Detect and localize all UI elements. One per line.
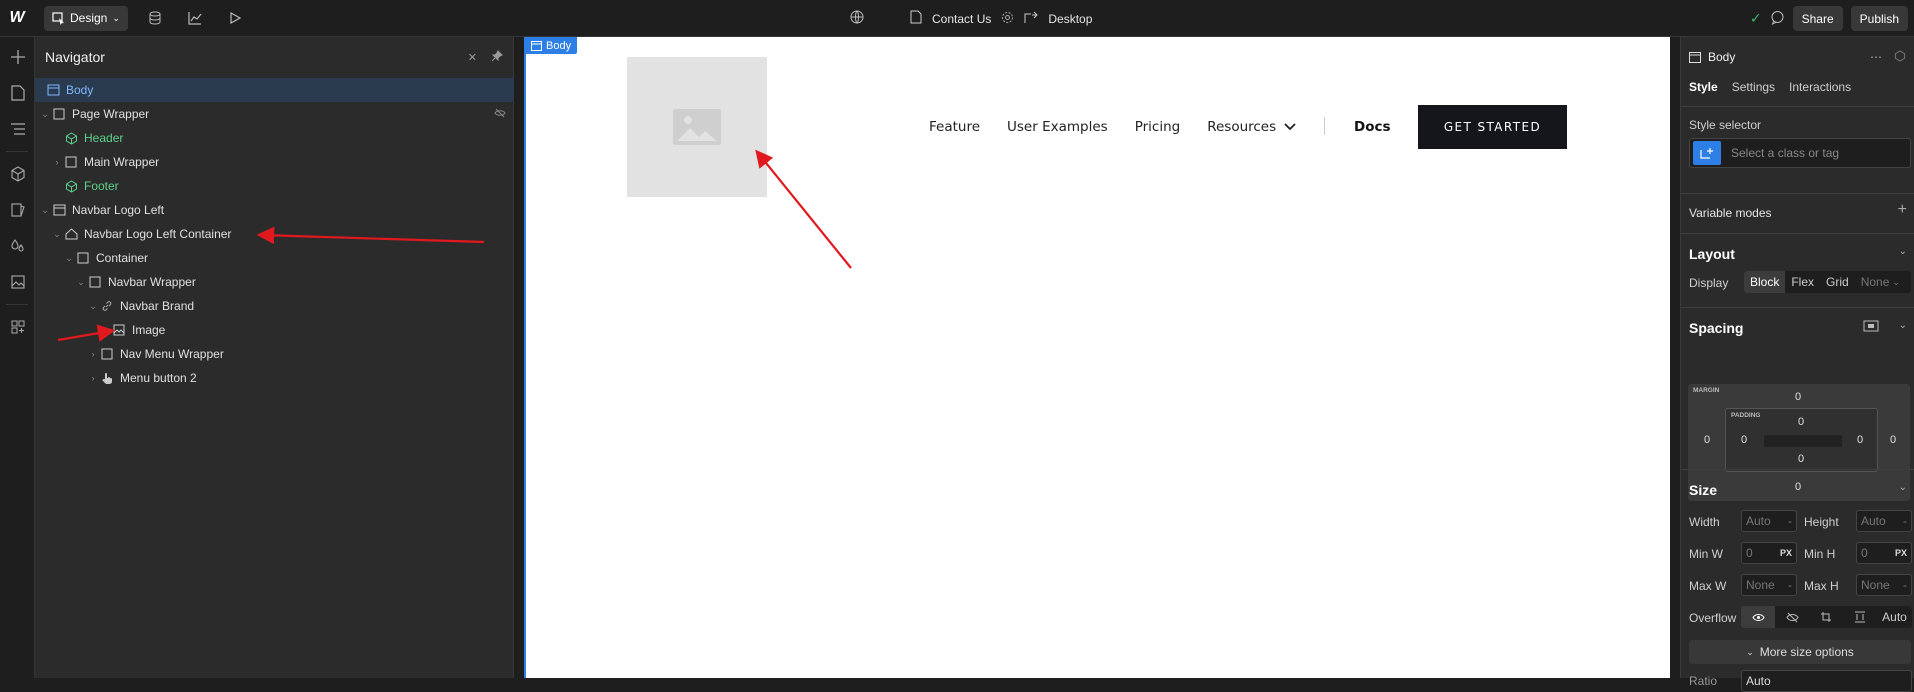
size-title: Size — [1689, 482, 1718, 498]
ratio-label: Ratio — [1689, 674, 1718, 688]
display-none-option[interactable]: None ⌄ — [1855, 271, 1906, 293]
ratio-value: Auto — [1746, 674, 1771, 688]
padding-top-value[interactable]: 0 — [1798, 416, 1804, 428]
tab-interactions[interactable]: Interactions — [1789, 80, 1851, 94]
tab-settings[interactable]: Settings — [1732, 80, 1775, 94]
display-segmented-control: Block Flex Grid None ⌄ — [1744, 271, 1911, 293]
max-width-label: Max W — [1689, 579, 1727, 593]
spacing-preset-icon[interactable] — [1863, 320, 1879, 335]
display-block-option[interactable]: Block — [1744, 271, 1786, 293]
more-size-options-button[interactable]: ⌄ More size options — [1689, 640, 1911, 664]
ratio-select[interactable]: Auto — [1741, 670, 1912, 692]
chevron-down-icon[interactable]: ⌄ — [1899, 482, 1907, 493]
min-width-unit: PX — [1779, 548, 1792, 558]
variable-modes-section: Variable modes + — [1681, 193, 1914, 233]
chevron-down-icon: ⌄ — [1746, 646, 1754, 657]
overflow-segmented-control: Auto — [1741, 606, 1912, 628]
width-label: Width — [1689, 515, 1720, 529]
margin-left-value[interactable]: 0 — [1704, 434, 1710, 446]
overflow-visible-eye-icon[interactable] — [1741, 606, 1775, 628]
height-value: Auto — [1861, 514, 1886, 528]
overflow-hidden-eye-off-icon[interactable] — [1775, 606, 1809, 628]
style-panel-header: Body ⋯ — [1681, 37, 1914, 77]
padding-label: PADDING — [1731, 412, 1761, 419]
content-box — [1764, 435, 1842, 447]
max-height-unit: - — [1903, 578, 1907, 592]
min-height-input[interactable]: 0 PX — [1856, 542, 1912, 564]
annotation-arrow — [755, 149, 852, 269]
spacing-title: Spacing — [1689, 320, 1744, 336]
max-width-unit: - — [1788, 578, 1792, 592]
min-height-label: Min H — [1804, 547, 1836, 561]
max-height-value: None — [1861, 578, 1890, 592]
selected-element-name: Body — [1708, 50, 1736, 64]
chevron-down-icon[interactable]: ⌄ — [1899, 320, 1907, 331]
margin-right-value[interactable]: 0 — [1890, 434, 1896, 446]
max-width-input[interactable]: None - — [1741, 574, 1797, 596]
tab-style[interactable]: Style — [1689, 80, 1718, 94]
min-height-value: 0 — [1861, 546, 1868, 560]
height-label: Height — [1804, 515, 1839, 529]
max-height-input[interactable]: None - — [1856, 574, 1912, 596]
more-options-icon[interactable]: ⋯ — [1870, 50, 1882, 65]
min-width-value: 0 — [1746, 546, 1753, 560]
width-unit: - — [1788, 514, 1792, 528]
min-width-input[interactable]: 0 PX — [1741, 542, 1797, 564]
height-unit: - — [1903, 514, 1907, 528]
display-flex-option[interactable]: Flex — [1785, 271, 1820, 293]
margin-top-value[interactable]: 0 — [1795, 391, 1801, 403]
annotation-arrow — [57, 324, 116, 342]
min-width-label: Min W — [1689, 547, 1723, 561]
min-height-unit: PX — [1894, 548, 1907, 558]
chevron-down-icon: ⌄ — [1892, 276, 1900, 287]
padding-box: PADDING 0 0 0 0 — [1725, 408, 1878, 472]
style-selector-label: Style selector — [1689, 118, 1762, 132]
padding-bottom-value[interactable]: 0 — [1798, 453, 1804, 465]
annotation-arrow — [256, 226, 485, 245]
width-value: Auto — [1746, 514, 1771, 528]
padding-right-value[interactable]: 0 — [1857, 434, 1863, 446]
height-input[interactable]: Auto - — [1856, 510, 1912, 532]
add-variable-mode-icon[interactable]: + — [1898, 201, 1907, 219]
component-settings-icon[interactable] — [1894, 49, 1906, 65]
max-height-label: Max H — [1804, 579, 1839, 593]
display-none-label: None — [1860, 275, 1890, 289]
style-panel: Body ⋯ Style Settings Interactions Style… — [1680, 37, 1914, 692]
selector-add-icon — [1693, 141, 1721, 165]
overflow-label: Overflow — [1689, 611, 1737, 625]
padding-left-value[interactable]: 0 — [1741, 434, 1747, 446]
selector-placeholder: Select a class or tag — [1731, 146, 1840, 160]
overflow-clip-icon[interactable] — [1843, 606, 1877, 628]
more-size-options-label: More size options — [1759, 645, 1854, 659]
chevron-down-icon[interactable]: ⌄ — [1899, 246, 1907, 257]
size-section: Size ⌄ Width Auto - Height Auto - Min W 0 P… — [1681, 469, 1914, 692]
width-input[interactable]: Auto - — [1741, 510, 1797, 532]
annotation-arrows — [57, 149, 852, 342]
body-element-icon — [1689, 51, 1701, 63]
layout-title: Layout — [1689, 246, 1735, 262]
overflow-scroll-icon[interactable] — [1809, 606, 1843, 628]
panel-tabs: Style Settings Interactions — [1681, 77, 1914, 97]
margin-label: MARGIN — [1693, 387, 1720, 394]
layout-section: Layout ⌄ Display Block Flex Grid None ⌄ — [1681, 233, 1914, 307]
display-label: Display — [1689, 276, 1729, 290]
overflow-auto-option[interactable]: Auto — [1877, 606, 1912, 628]
display-grid-option[interactable]: Grid — [1820, 271, 1855, 293]
style-selector-input[interactable]: Select a class or tag — [1689, 138, 1911, 168]
variable-modes-label: Variable modes — [1689, 206, 1772, 220]
max-width-value: None — [1746, 578, 1775, 592]
